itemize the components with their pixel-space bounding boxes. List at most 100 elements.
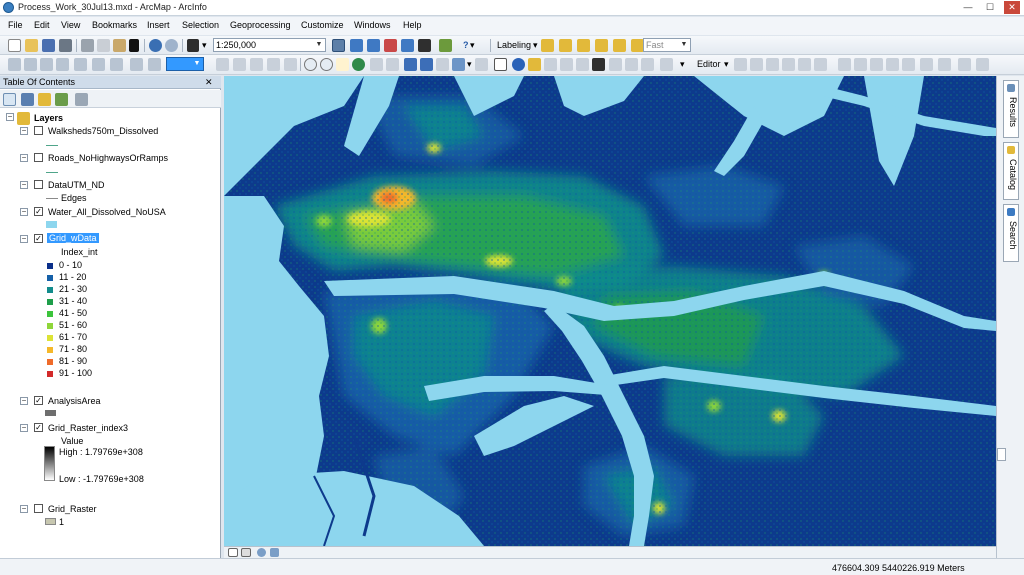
- fixed-zoom-in-icon[interactable]: [370, 58, 383, 71]
- layer-grid-raster-label[interactable]: Grid_Raster: [48, 504, 97, 514]
- fixed-zoom-out-icon[interactable]: [386, 58, 399, 71]
- expand-water-icon[interactable]: −: [20, 208, 28, 216]
- search-tab[interactable]: Search: [1003, 204, 1019, 262]
- table-of-contents-icon[interactable]: [350, 39, 363, 52]
- catalog-tab[interactable]: Catalog: [1003, 142, 1019, 200]
- toc-close-icon[interactable]: ✕: [205, 77, 213, 88]
- select-dropdown-arrow[interactable]: ▾: [467, 59, 472, 70]
- fill-color-picker[interactable]: ▼: [166, 57, 204, 71]
- list-by-visibility-icon[interactable]: [38, 93, 51, 106]
- grid-wdata-visibility-checkbox[interactable]: ✓: [34, 234, 43, 243]
- point-icon[interactable]: [814, 58, 827, 71]
- editor-options-icon[interactable]: [976, 58, 989, 71]
- whats-this-help-icon[interactable]: ?: [463, 40, 469, 50]
- print-icon[interactable]: [59, 39, 72, 52]
- sketch-properties-icon[interactable]: [938, 58, 951, 71]
- find-binoculars-icon[interactable]: [592, 58, 605, 71]
- editor-dropdown-arrow[interactable]: ▾: [724, 59, 729, 70]
- python-window-icon[interactable]: [418, 39, 431, 52]
- editor-menu[interactable]: Editor: [697, 59, 721, 69]
- expand-roads-icon[interactable]: −: [20, 154, 28, 162]
- menu-insert[interactable]: Insert: [147, 20, 170, 30]
- arctoolbox-icon[interactable]: [401, 39, 414, 52]
- edit-vertices-icon[interactable]: [838, 58, 851, 71]
- create-features-icon[interactable]: [958, 58, 971, 71]
- shape-tool-icon[interactable]: [56, 58, 69, 71]
- data-view-icon[interactable]: [228, 548, 238, 557]
- overview-window-icon[interactable]: [660, 58, 673, 71]
- minimize-button[interactable]: —: [960, 1, 976, 14]
- redo-icon[interactable]: [165, 39, 178, 52]
- add-data-dropdown-arrow[interactable]: ▾: [202, 40, 207, 51]
- attributes-icon[interactable]: [920, 58, 933, 71]
- layout-pan-icon[interactable]: [284, 58, 297, 71]
- pan-hand-icon[interactable]: [336, 58, 349, 71]
- menu-edit[interactable]: Edit: [34, 20, 50, 30]
- fill-color-icon[interactable]: [148, 58, 161, 71]
- split-tool-icon[interactable]: [886, 58, 899, 71]
- html-popup-icon[interactable]: [544, 58, 557, 71]
- map-display[interactable]: [224, 76, 996, 546]
- list-by-drawing-order-icon[interactable]: [3, 93, 16, 106]
- select-features-icon[interactable]: [452, 58, 465, 71]
- georef-tool-icon[interactable]: [8, 58, 21, 71]
- tools-dropdown-arrow[interactable]: ▾: [680, 59, 685, 70]
- layer-network-label[interactable]: DataUTM_ND: [48, 180, 105, 190]
- end-point-arc-icon[interactable]: [782, 58, 795, 71]
- dock-scroll-handle[interactable]: [997, 448, 1006, 461]
- lock-labels-icon[interactable]: [595, 39, 608, 52]
- open-folder-icon[interactable]: [25, 39, 38, 52]
- undo-icon[interactable]: [149, 39, 162, 52]
- zoom-in-icon[interactable]: [304, 58, 317, 71]
- next-extent-icon[interactable]: [420, 58, 433, 71]
- label-weight-icon[interactable]: [577, 39, 590, 52]
- network-visibility-checkbox[interactable]: [34, 180, 43, 189]
- add-data-icon[interactable]: [187, 39, 199, 52]
- menu-customize[interactable]: Customize: [301, 20, 344, 30]
- label-quality-combo[interactable]: Fast ▼: [643, 38, 691, 52]
- zoom-whole-page-icon[interactable]: [267, 58, 280, 71]
- labeling-menu[interactable]: Labeling: [497, 40, 531, 50]
- map-scale-combo[interactable]: 1:250,000 ▼: [213, 38, 326, 52]
- text-tool-icon[interactable]: [40, 58, 53, 71]
- cut-polygons-icon[interactable]: [870, 58, 883, 71]
- expand-grid-wdata-icon[interactable]: −: [20, 235, 28, 243]
- edit-tool-icon[interactable]: [734, 58, 747, 71]
- toc-options-icon[interactable]: [75, 93, 88, 106]
- menu-bookmarks[interactable]: Bookmarks: [92, 20, 137, 30]
- hyperlink-icon[interactable]: [528, 58, 541, 71]
- font-tool-icon[interactable]: [130, 58, 143, 71]
- search-window-icon[interactable]: [384, 39, 397, 52]
- trace-icon[interactable]: [798, 58, 811, 71]
- time-slider-icon[interactable]: [625, 58, 638, 71]
- grid-raster-index3-visibility-checkbox[interactable]: ✓: [34, 423, 43, 432]
- label-manager-icon[interactable]: [541, 39, 554, 52]
- go-to-xy-icon[interactable]: [609, 58, 622, 71]
- pause-labeling-icon[interactable]: [613, 39, 626, 52]
- fixed-zoom-icon[interactable]: [250, 58, 263, 71]
- grid-raster-visibility-checkbox[interactable]: [34, 504, 43, 513]
- layer-grid-raster-index3-label[interactable]: Grid_Raster_index3: [48, 423, 128, 433]
- menu-view[interactable]: View: [61, 20, 80, 30]
- expand-layers-icon[interactable]: −: [6, 113, 14, 121]
- paste-icon[interactable]: [113, 39, 126, 52]
- reshape-feature-icon[interactable]: [854, 58, 867, 71]
- rotate-feature-icon[interactable]: [902, 58, 915, 71]
- zoom-out-icon[interactable]: [320, 58, 333, 71]
- menu-help[interactable]: Help: [403, 20, 422, 30]
- expand-walksheds-icon[interactable]: −: [20, 127, 28, 135]
- expand-grid-raster-index3-icon[interactable]: −: [20, 424, 28, 432]
- refresh-icon[interactable]: [257, 548, 266, 557]
- list-by-selection-icon[interactable]: [55, 93, 68, 106]
- create-viewer-icon[interactable]: [641, 58, 654, 71]
- group-tool-icon[interactable]: [110, 58, 123, 71]
- model-builder-icon[interactable]: [439, 39, 452, 52]
- copy-icon[interactable]: [97, 39, 110, 52]
- layer-analysis-area-label[interactable]: AnalysisArea: [48, 396, 101, 406]
- menu-file[interactable]: File: [8, 20, 23, 30]
- label-priority-icon[interactable]: [559, 39, 572, 52]
- layout-view-toggle-icon[interactable]: [241, 548, 251, 557]
- expand-grid-raster-icon[interactable]: −: [20, 505, 28, 513]
- roads-visibility-checkbox[interactable]: [34, 153, 43, 162]
- layer-walksheds-label[interactable]: Walksheds750m_Dissolved: [48, 126, 158, 136]
